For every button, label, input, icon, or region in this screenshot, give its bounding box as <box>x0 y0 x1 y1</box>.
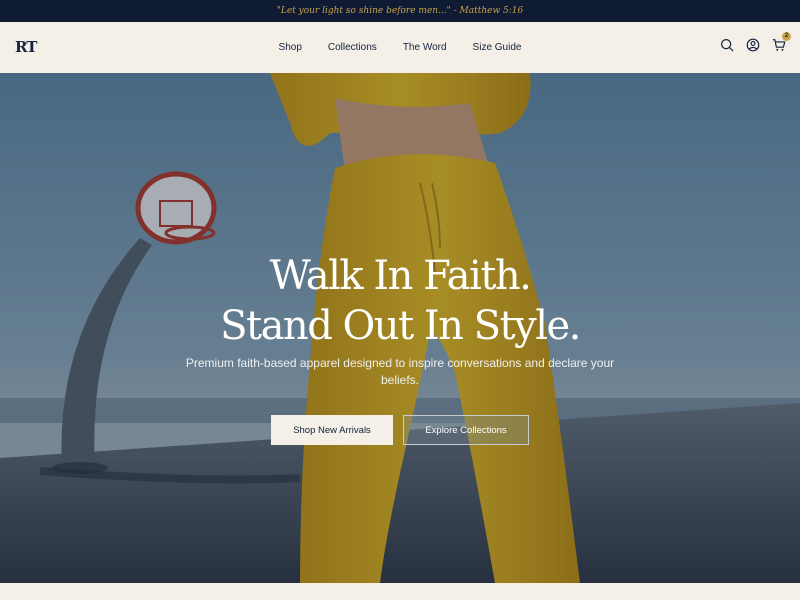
nav-collections[interactable]: Collections <box>328 42 377 53</box>
search-icon[interactable] <box>720 38 734 52</box>
main-nav: Shop Collections The Word Size Guide <box>0 22 800 73</box>
nav-shop[interactable]: Shop <box>279 42 302 53</box>
nav-size-guide[interactable]: Size Guide <box>473 42 522 53</box>
next-section-edge <box>0 583 800 600</box>
explore-collections-button[interactable]: Explore Collections <box>403 415 529 445</box>
cart-count-badge: 2 <box>782 32 791 41</box>
logo[interactable]: RT <box>15 38 37 56</box>
header-icons: 2 <box>720 32 791 52</box>
hero-title-line-2: Stand Out In Style. <box>220 303 581 349</box>
hero-subtitle: Premium faith-based apparel designed to … <box>185 356 615 387</box>
hero-title-line-1: Walk In Faith. <box>269 253 532 299</box>
cart-icon[interactable]: 2 <box>772 32 791 52</box>
hero-section: Walk In Faith. Stand Out In Style. Premi… <box>0 73 800 583</box>
nav-the-word[interactable]: The Word <box>403 42 447 53</box>
shop-new-arrivals-button[interactable]: Shop New Arrivals <box>271 415 393 445</box>
announcement-bar: "Let your light so shine before men..." … <box>0 0 800 22</box>
hero-title: Walk In Faith. Stand Out In Style. <box>0 251 800 351</box>
account-icon[interactable] <box>746 38 760 52</box>
site-header: RT Shop Collections The Word Size Guide … <box>0 22 800 74</box>
announcement-text: "Let your light so shine before men..." … <box>276 6 524 16</box>
